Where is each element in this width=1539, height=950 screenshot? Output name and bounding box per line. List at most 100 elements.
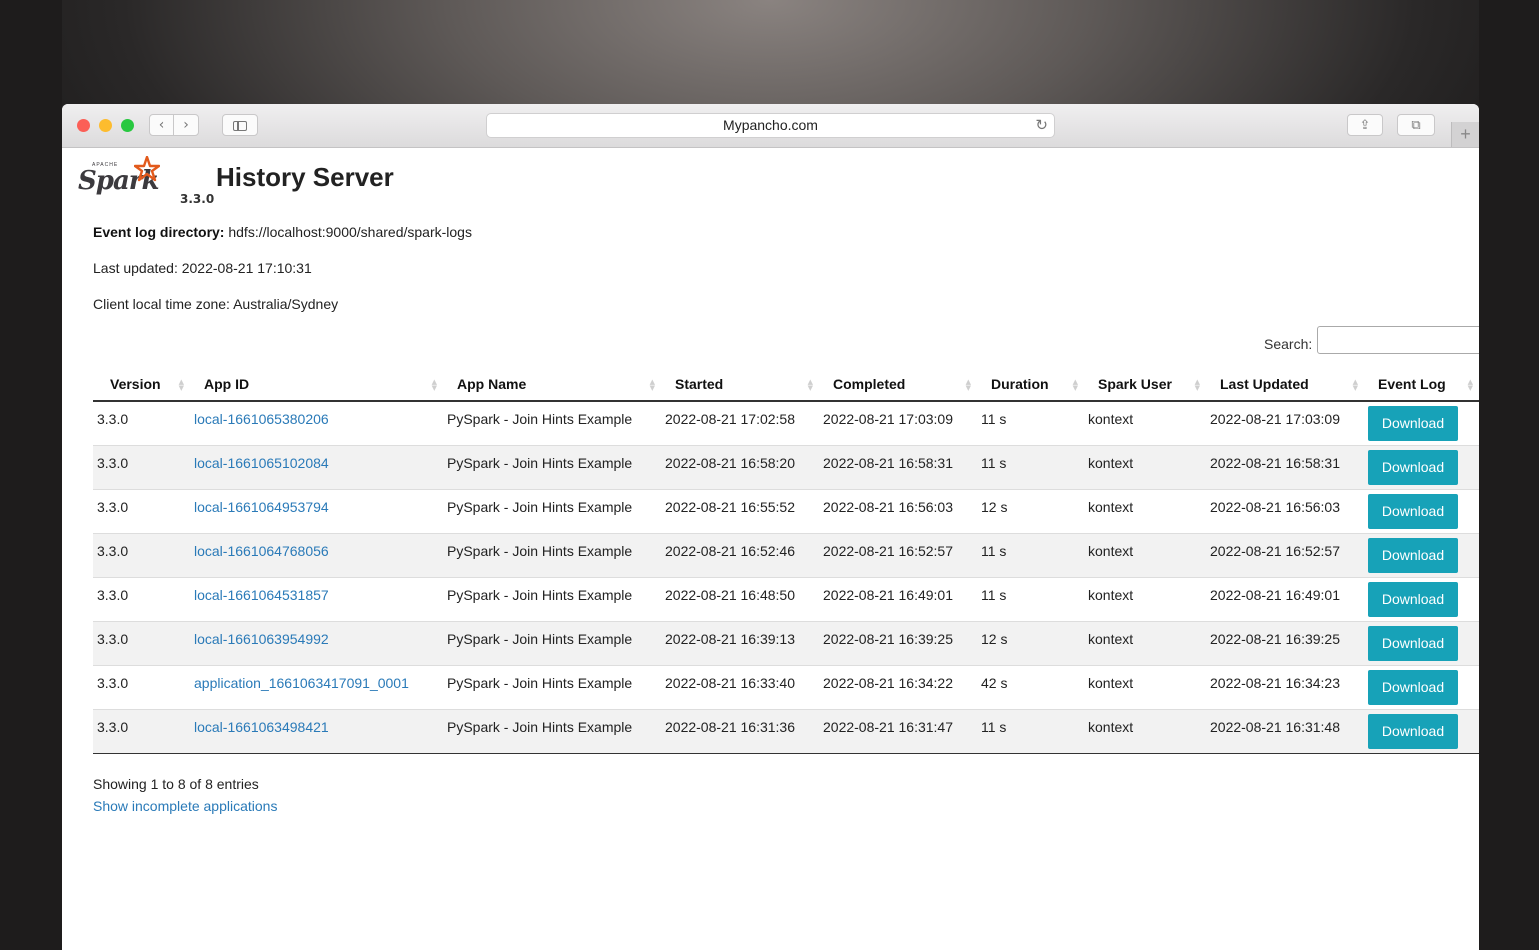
download-button[interactable]: Download: [1368, 625, 1458, 661]
column-header-app-name[interactable]: App Name ▲ ▼: [443, 368, 661, 402]
column-header-last-updated[interactable]: Last Updated ▲ ▼: [1206, 368, 1364, 402]
show-incomplete-link[interactable]: Show incomplete applications: [93, 798, 277, 814]
started-text: 2022-08-21 16:31:36: [665, 718, 795, 735]
cell-version: 3.3.0: [93, 444, 190, 489]
app-id-link[interactable]: local-1661065102084: [194, 455, 329, 471]
started-text: 2022-08-21 16:39:13: [665, 630, 795, 647]
minimize-window-button[interactable]: [99, 119, 112, 132]
cell-started: 2022-08-21 16:39:13: [661, 620, 819, 665]
cell-duration: 11 s: [977, 400, 1084, 445]
address-bar[interactable]: Mypancho.com ↻: [486, 113, 1055, 138]
sidebar-icon: [233, 121, 247, 131]
browser-toolbar: ‹ › Mypancho.com ↻ ⇪ ⧉ +: [62, 104, 1479, 148]
sort-icon[interactable]: ▲ ▼: [650, 379, 655, 392]
spark-user-text: kontext: [1088, 411, 1134, 427]
app-name-text: PySpark - Join Hints Example: [447, 718, 633, 735]
sort-icon[interactable]: ▲ ▼: [1073, 379, 1078, 392]
sort-icon[interactable]: ▲ ▼: [1195, 379, 1200, 392]
sort-icon[interactable]: ▲ ▼: [1468, 379, 1473, 392]
cell-spark-user: kontext: [1084, 664, 1206, 709]
page-title: History Server: [216, 162, 394, 192]
column-header-duration[interactable]: Duration ▲ ▼: [977, 368, 1084, 402]
started-text: 2022-08-21 16:33:40: [665, 674, 795, 691]
duration-text: 11 s: [981, 411, 1007, 427]
cell-completed: 2022-08-21 16:34:22: [819, 664, 977, 709]
cell-app-name: PySpark - Join Hints Example: [443, 620, 661, 665]
cell-app-id: local-1661065380206: [190, 400, 443, 445]
spark-logo[interactable]: APACHE Spark 3.3.0: [78, 156, 214, 206]
back-button[interactable]: ‹: [149, 114, 174, 136]
sort-icon[interactable]: ▲ ▼: [808, 379, 813, 392]
applications-table: Version ▲ ▼ App ID ▲ ▼ App Name ▲ ▼ Started ▲ ▼ Comp…: [93, 368, 1479, 754]
download-button[interactable]: Download: [1368, 581, 1458, 617]
sidebar-toggle-button[interactable]: [222, 114, 258, 136]
duration-text: 11 s: [981, 542, 1007, 559]
column-header-completed[interactable]: Completed ▲ ▼: [819, 368, 977, 402]
cell-last-updated: 2022-08-21 16:39:25: [1206, 620, 1364, 665]
download-button[interactable]: Download: [1368, 493, 1458, 529]
started-text: 2022-08-21 16:55:52: [665, 498, 795, 515]
duration-text: 11 s: [981, 586, 1007, 603]
sort-icon[interactable]: ▲ ▼: [966, 379, 971, 392]
app-id-link[interactable]: local-1661065380206: [194, 411, 329, 427]
column-header-spark-user[interactable]: Spark User ▲ ▼: [1084, 368, 1206, 402]
cell-spark-user: kontext: [1084, 708, 1206, 754]
show-tabs-button[interactable]: ⧉: [1397, 114, 1435, 136]
table-row: 3.3.0 local-1661064531857 PySpark - Join H…: [93, 576, 1479, 621]
download-button[interactable]: Download: [1368, 406, 1458, 441]
column-header-version[interactable]: Version ▲ ▼: [93, 368, 190, 402]
cell-spark-user: kontext: [1084, 400, 1206, 445]
column-header-app-id[interactable]: App ID ▲ ▼: [190, 368, 443, 402]
table-row: 3.3.0 application_1661063417091_0001 PySpa…: [93, 664, 1479, 709]
completed-text: 2022-08-21 16:52:57: [823, 542, 953, 559]
sort-icon[interactable]: ▲ ▼: [1353, 379, 1358, 392]
column-header-started[interactable]: Started ▲ ▼: [661, 368, 819, 402]
spark-user-text: kontext: [1088, 454, 1134, 471]
app-id-link[interactable]: local-1661064768056: [194, 543, 329, 559]
cell-app-name: PySpark - Join Hints Example: [443, 400, 661, 445]
app-id-link[interactable]: application_1661063417091_0001: [194, 675, 409, 691]
sort-icon[interactable]: ▲ ▼: [432, 379, 437, 392]
app-name-text: PySpark - Join Hints Example: [447, 498, 633, 515]
app-id-link[interactable]: local-1661064953794: [194, 499, 329, 515]
app-id-link[interactable]: local-1661064531857: [194, 587, 329, 603]
search-input[interactable]: [1317, 326, 1479, 354]
forward-button[interactable]: ›: [173, 114, 199, 136]
app-id-link[interactable]: local-1661063498421: [194, 719, 329, 735]
close-window-button[interactable]: [77, 119, 90, 132]
download-button[interactable]: Download: [1368, 537, 1458, 573]
new-tab-button[interactable]: +: [1451, 122, 1479, 147]
app-id-link[interactable]: local-1661063954992: [194, 631, 329, 647]
download-button[interactable]: Download: [1368, 669, 1458, 705]
event-log-value: hdfs://localhost:9000/shared/spark-logs: [228, 224, 472, 240]
cell-app-id: application_1661063417091_0001: [190, 664, 443, 709]
cell-app-name: PySpark - Join Hints Example: [443, 576, 661, 621]
cell-last-updated: 2022-08-21 16:34:23: [1206, 664, 1364, 709]
cell-duration: 11 s: [977, 532, 1084, 577]
cell-spark-user: kontext: [1084, 532, 1206, 577]
cell-completed: 2022-08-21 16:31:47: [819, 708, 977, 754]
zoom-window-button[interactable]: [121, 119, 134, 132]
cell-version: 3.3.0: [93, 620, 190, 665]
cell-completed: 2022-08-21 16:56:03: [819, 488, 977, 533]
cell-started: 2022-08-21 16:55:52: [661, 488, 819, 533]
cell-event-log: Download: [1364, 532, 1479, 577]
share-button[interactable]: ⇪: [1347, 114, 1383, 136]
cell-duration: 12 s: [977, 488, 1084, 533]
last-updated-text: 2022-08-21 16:39:25: [1210, 630, 1340, 647]
last-updated-text: 2022-08-21 16:31:48: [1210, 718, 1340, 735]
cell-last-updated: 2022-08-21 17:03:09: [1206, 400, 1364, 445]
download-button[interactable]: Download: [1368, 449, 1458, 485]
version-text: 3.3.0: [97, 498, 129, 515]
column-header-label: Duration: [991, 376, 1049, 392]
started-text: 2022-08-21 16:52:46: [665, 542, 795, 559]
cell-completed: 2022-08-21 16:39:25: [819, 620, 977, 665]
completed-text: 2022-08-21 16:58:31: [823, 454, 953, 471]
column-header-event-log[interactable]: Event Log ▲ ▼: [1364, 368, 1479, 402]
duration-text: 42 s: [981, 674, 1008, 691]
last-updated-text: 2022-08-21 17:03:09: [1210, 411, 1340, 427]
reload-icon[interactable]: ↻: [1035, 114, 1048, 137]
sort-icon[interactable]: ▲ ▼: [179, 379, 184, 392]
download-button[interactable]: Download: [1368, 713, 1458, 749]
cell-version: 3.3.0: [93, 488, 190, 533]
